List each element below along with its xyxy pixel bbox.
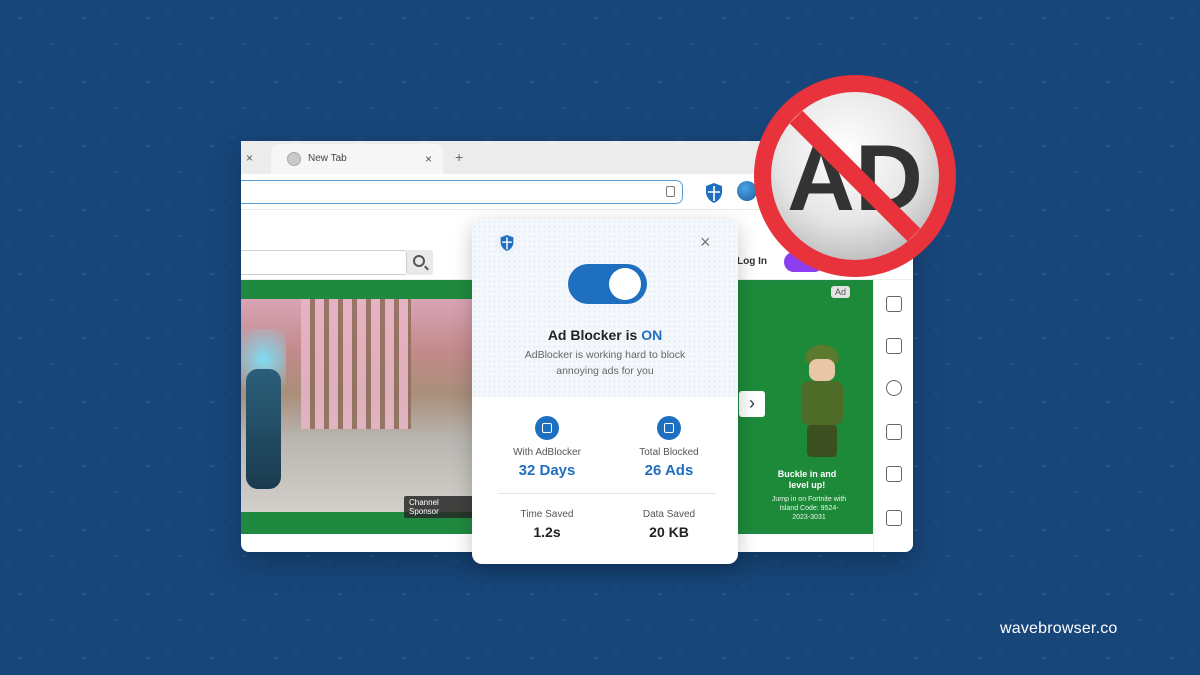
adblocker-toggle[interactable] (568, 264, 647, 304)
address-bar[interactable] (241, 180, 683, 204)
tab-new-tab[interactable]: New Tab × (271, 144, 443, 174)
video-thumbnail[interactable]: Channel Sponsor (241, 299, 473, 518)
shield-icon[interactable] (704, 182, 724, 204)
ad-character-image (795, 345, 849, 457)
stat-value-days: 32 Days (518, 462, 576, 479)
status-value: ON (641, 327, 663, 343)
stat-label-total-blocked: Total Blocked (639, 447, 699, 458)
chevron-right-icon[interactable]: › (739, 391, 765, 417)
stat-value-time: 1.2s (533, 524, 561, 540)
sidebar-swap-icon[interactable] (886, 424, 902, 440)
tab-title: New Tab (308, 153, 347, 164)
calendar-icon (535, 416, 559, 440)
adblocker-description: AdBlocker is working hard to block annoy… (524, 349, 686, 377)
video-sponsor-label: Channel Sponsor (404, 496, 473, 518)
tab-close-icon[interactable]: × (425, 152, 432, 166)
new-tab-button[interactable]: + (455, 149, 463, 165)
site-search-button[interactable] (407, 250, 433, 275)
adblocker-popup: × Ad Blocker is ON AdBlocker is working … (472, 219, 738, 564)
stat-label-time-saved: Time Saved (520, 509, 574, 520)
ad-heading: Buckle in and level up! (777, 469, 837, 490)
close-icon[interactable]: × (700, 233, 711, 251)
video-scene (301, 299, 411, 429)
sidebar-box-icon[interactable] (886, 338, 902, 354)
status-prefix: Ad Blocker is (547, 327, 642, 343)
brand-watermark: wavebrowser.co (1000, 620, 1118, 637)
stat-value-ads: 26 Ads (644, 462, 694, 479)
ad-badge: Ad (831, 286, 851, 298)
stat-label-with-adblocker: With AdBlocker (513, 447, 581, 458)
no-ads-sign-icon: AD (754, 75, 956, 277)
toggle-knob (609, 268, 641, 300)
stats-divider (498, 493, 716, 494)
sidebar-notes-icon[interactable] (886, 466, 902, 482)
sidebar-tag-icon[interactable] (886, 380, 902, 396)
sidebar-translate-icon[interactable] (886, 510, 902, 526)
browser-sidebar (873, 280, 913, 552)
video-character (246, 369, 281, 489)
block-icon (657, 416, 681, 440)
adblocker-status: Ad Blocker is ON (472, 327, 738, 343)
shield-icon (495, 231, 519, 255)
previous-tab-close-icon[interactable]: × (246, 151, 253, 165)
stat-label-data-saved: Data Saved (642, 509, 696, 520)
bookmark-icon[interactable] (666, 186, 675, 197)
ad-body-text: Jump in on Fortnite with Island Code: 95… (771, 496, 847, 521)
sidebar-reading-icon[interactable] (886, 296, 902, 312)
search-icon (413, 255, 425, 267)
stat-value-data: 20 KB (649, 524, 689, 540)
tab-favicon-icon (287, 152, 301, 166)
site-search-input[interactable] (241, 250, 407, 275)
